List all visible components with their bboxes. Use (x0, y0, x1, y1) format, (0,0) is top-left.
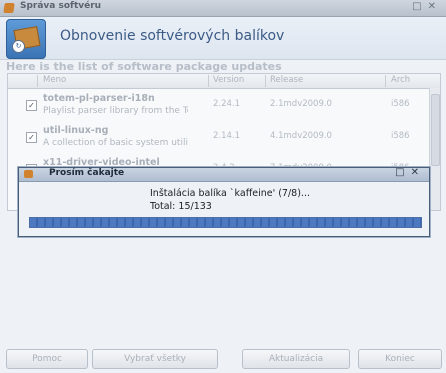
package-release: 2.1mdv2009.0 (270, 99, 332, 109)
row-checkbox[interactable]: ✓ (26, 100, 37, 111)
column-header-version[interactable]: Version (213, 75, 244, 85)
package-name: util-linux-ng (43, 125, 109, 136)
package-arch: i586 (391, 99, 410, 109)
software-update-icon: ↻ (6, 19, 46, 59)
package-release: 4.1mdv2009.0 (270, 131, 332, 141)
progress-bar (29, 217, 422, 228)
progress-dialog: Prosím čakajte □✕ Inštalácia balíka `kaf… (18, 167, 430, 237)
package-version: 2.14.1 (213, 131, 241, 141)
help-button[interactable]: Pomoc (6, 349, 88, 369)
table-header: Meno Version Release Arch (8, 74, 440, 89)
update-button[interactable]: Aktualizácia (242, 349, 350, 369)
quit-button[interactable]: Koniec (358, 349, 442, 369)
package-description: Playlist parser library from the To... (43, 106, 188, 116)
progress-bar-fill (30, 218, 421, 227)
column-header-arch[interactable]: Arch (391, 75, 410, 85)
page-header: ↻ Obnovenie softvérových balíkov (0, 17, 446, 60)
dialog-window-controls[interactable]: □✕ (395, 167, 425, 178)
row-checkbox[interactable]: ✓ (26, 132, 37, 143)
table-row[interactable]: ✓ util-linux-ng A collection of basic sy… (8, 122, 440, 154)
window-controls[interactable]: □✕ (412, 1, 442, 12)
column-header-release[interactable]: Release (270, 75, 303, 85)
install-total-count: Total: 15/133 (150, 201, 212, 212)
package-version: 2.24.1 (213, 99, 241, 109)
install-status-message: Inštalácia balíka `kaffeine' (7/8)... (150, 188, 310, 199)
dialog-titlebar[interactable]: Prosím čakajte □✕ (19, 167, 429, 182)
main-titlebar[interactable]: Správa softvéru □✕ (0, 0, 446, 17)
column-header-name[interactable]: Meno (43, 75, 66, 85)
window-title: Správa softvéru (20, 1, 102, 11)
table-row[interactable]: ✓ totem-pl-parser-i18n Playlist parser l… (8, 90, 440, 122)
package-description: A collection of basic system utilit... (43, 138, 188, 148)
package-name: totem-pl-parser-i18n (43, 93, 155, 104)
app-icon (3, 3, 15, 13)
table-scrollbar[interactable] (429, 88, 440, 210)
package-arch: i586 (391, 131, 410, 141)
page-title: Obnovenie softvérových balíkov (60, 28, 285, 44)
dialog-title: Prosím čakajte (49, 168, 125, 178)
scrollbar-thumb[interactable] (431, 94, 440, 166)
app-icon (24, 170, 33, 178)
select-all-button[interactable]: Vybrať všetky (92, 349, 218, 369)
list-subtitle: Here is the list of software package upd… (6, 60, 282, 73)
